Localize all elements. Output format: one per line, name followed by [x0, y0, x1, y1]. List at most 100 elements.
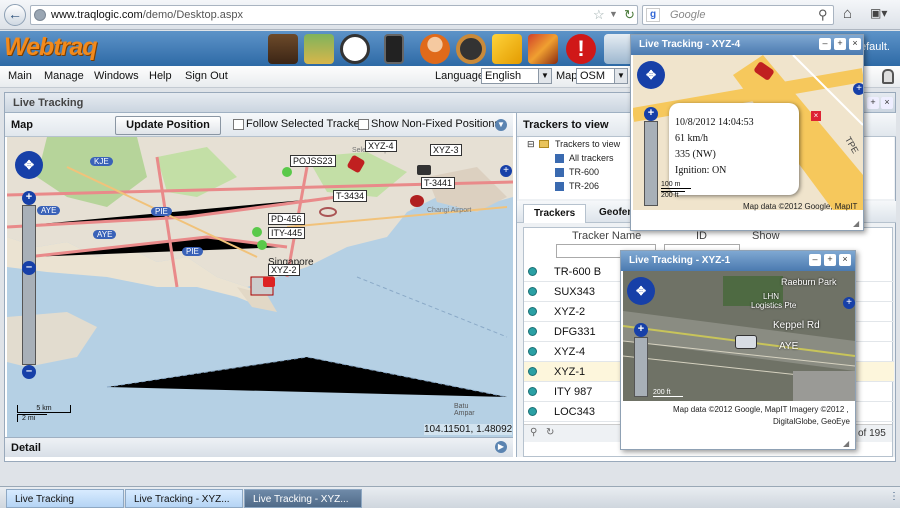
car-marker-icon-2[interactable] — [263, 277, 275, 287]
follow-tracker-label: Follow Selected Tracker — [246, 118, 364, 130]
resize-handle-icon[interactable]: ◢ — [853, 219, 859, 228]
close-icon[interactable]: × — [811, 111, 821, 121]
url-host: www.traqlogic.com — [51, 9, 143, 21]
expand-icon[interactable]: ▶ — [495, 441, 507, 453]
zoom-in-icon[interactable]: + — [634, 323, 648, 337]
pager-search-icon[interactable]: ⚲ — [530, 427, 537, 438]
column-id[interactable]: ID — [696, 230, 707, 242]
tree-tr206[interactable]: TR-206 — [569, 181, 599, 191]
map-type-label: Map — [556, 70, 578, 82]
maximize-icon[interactable]: + — [834, 38, 846, 50]
tracker-label-t3441[interactable]: T-3441 — [421, 177, 456, 189]
tracker-label-ity445[interactable]: ITY-445 — [268, 227, 306, 239]
chevron-down-icon[interactable]: ▼ — [609, 9, 618, 19]
pan-control-icon[interactable]: ✥ — [627, 277, 655, 305]
zoom-handle-icon[interactable]: – — [22, 261, 36, 275]
language-select[interactable]: English ▼ — [481, 68, 552, 84]
tree-root[interactable]: Trackers to view — [555, 139, 620, 149]
menu-main[interactable]: Main — [8, 70, 32, 82]
bike-marker-icon[interactable] — [410, 195, 424, 207]
user-icon[interactable] — [420, 34, 450, 64]
tree-collapse-icon[interactable]: ⊟ — [527, 139, 535, 150]
map-icon[interactable] — [304, 34, 334, 64]
tracker-label-xyz4[interactable]: XYZ-4 — [365, 140, 397, 152]
road-label-pie-2: PIE — [182, 247, 203, 256]
resize-handle-icon[interactable]: ◢ — [843, 439, 849, 448]
tracker-label-xyz2[interactable]: XYZ-2 — [268, 264, 300, 276]
pager-refresh-icon[interactable]: ↻ — [546, 427, 554, 438]
map-canvas[interactable]: KJE PIE AYE AYE PIE Singapore Changi Air… — [7, 137, 513, 437]
tracker-label-t3434[interactable]: T-3434 — [333, 190, 368, 202]
maximize-icon[interactable]: + — [824, 254, 836, 266]
tracker-name: DFG331 — [554, 326, 596, 338]
search-icon[interactable]: ⚲ — [818, 7, 828, 23]
nonfixed-checkbox[interactable] — [358, 119, 369, 130]
layer-switcher-icon[interactable]: + — [843, 297, 855, 309]
zoom-in-icon[interactable]: + — [22, 191, 36, 205]
update-position-button[interactable]: Update Position Now — [115, 116, 221, 148]
zoom-slider[interactable] — [634, 337, 648, 397]
van-marker-icon[interactable] — [735, 335, 757, 349]
back-arrow-icon[interactable]: ← — [4, 4, 26, 26]
close-icon[interactable]: × — [849, 38, 861, 50]
tab-trackers[interactable]: Trackers — [523, 204, 587, 223]
tracker-label-pd456[interactable]: PD-456 — [268, 213, 305, 225]
star-icon[interactable]: ☆ — [593, 7, 605, 23]
popup-map[interactable]: TPE ✥ + + × 10/8/2012 14:04:53 61 km/h 3… — [633, 55, 863, 210]
presentation-icon[interactable] — [268, 34, 298, 64]
scale-bar-ft: 200 ft — [661, 191, 685, 199]
close-icon[interactable]: × — [881, 97, 893, 109]
minimize-icon[interactable]: – — [819, 38, 831, 50]
column-show[interactable]: Show — [752, 230, 780, 242]
route-icon[interactable] — [528, 34, 558, 64]
task-live-tracking[interactable]: Live Tracking — [6, 489, 124, 508]
folder-icon — [539, 140, 549, 148]
status-icon — [528, 387, 537, 396]
task-live-tracking-xyz[interactable]: Live Tracking - XYZ... — [125, 489, 243, 508]
zoom-slider[interactable] — [22, 205, 36, 365]
close-icon[interactable]: × — [839, 254, 851, 266]
menu-manage[interactable]: Manage — [44, 70, 84, 82]
satellite-map[interactable]: Raeburn Park LHN Logistics Pte Keppel Rd… — [623, 271, 855, 401]
menu-sign-out[interactable]: Sign Out — [185, 70, 228, 82]
nonfixed-label: Show Non-Fixed Positions — [371, 118, 501, 130]
zoom-in-icon[interactable]: + — [644, 107, 658, 121]
clock-icon[interactable] — [340, 34, 370, 64]
address-bar[interactable]: www.traqlogic.com/demo/Desktop.aspx ☆ ▼ … — [30, 5, 638, 25]
menu-help[interactable]: Help — [149, 70, 172, 82]
zoom-slider[interactable] — [644, 121, 658, 206]
tree-all-trackers[interactable]: All trackers — [569, 153, 614, 163]
minimize-icon[interactable]: – — [809, 254, 821, 266]
zoom-out-icon[interactable]: – — [22, 365, 36, 379]
pan-control-icon[interactable]: ✥ — [637, 61, 665, 89]
task-live-tracking-xyz-active[interactable]: Live Tracking - XYZ... — [244, 489, 362, 508]
lock-icon[interactable] — [882, 69, 894, 84]
alert-icon[interactable]: ! — [566, 34, 596, 64]
collapse-icon[interactable]: ▼ — [495, 119, 507, 131]
geofence-icon[interactable] — [492, 34, 522, 64]
truck-marker-icon[interactable] — [417, 165, 431, 175]
bookmark-icon[interactable]: ▣▾ — [870, 6, 887, 20]
map-type-select[interactable]: OSM ▼ — [576, 68, 628, 84]
steering-wheel-icon[interactable] — [456, 34, 486, 64]
pan-control-icon[interactable]: ✥ — [15, 151, 43, 179]
search-input[interactable]: g Google ⚲ — [642, 5, 834, 25]
detail-bar[interactable]: Detail — [5, 437, 513, 457]
home-icon[interactable]: ⌂ — [843, 5, 852, 22]
maximize-icon[interactable]: + — [867, 97, 879, 109]
status-icon — [528, 367, 537, 376]
device-icon[interactable] — [384, 34, 404, 64]
map-credit-2: DigitalGlobe, GeoEye — [773, 417, 850, 426]
tracker-label-pojss23[interactable]: POJSS23 — [290, 155, 336, 167]
status-icon — [528, 287, 537, 296]
column-tracker-name[interactable]: Tracker Name — [572, 230, 641, 242]
bicycle-marker-icon[interactable] — [319, 207, 337, 217]
tracker-label-xyz3[interactable]: XYZ-3 — [430, 144, 462, 156]
follow-tracker-checkbox[interactable] — [233, 119, 244, 130]
layer-switcher-icon[interactable]: + — [500, 165, 512, 177]
tree-tr600[interactable]: TR-600 — [569, 167, 599, 177]
more-icon[interactable]: ⋮ — [889, 491, 899, 502]
menu-windows[interactable]: Windows — [94, 70, 139, 82]
layer-switcher-icon[interactable]: + — [853, 83, 863, 95]
reload-icon[interactable]: ↻ — [624, 7, 635, 23]
